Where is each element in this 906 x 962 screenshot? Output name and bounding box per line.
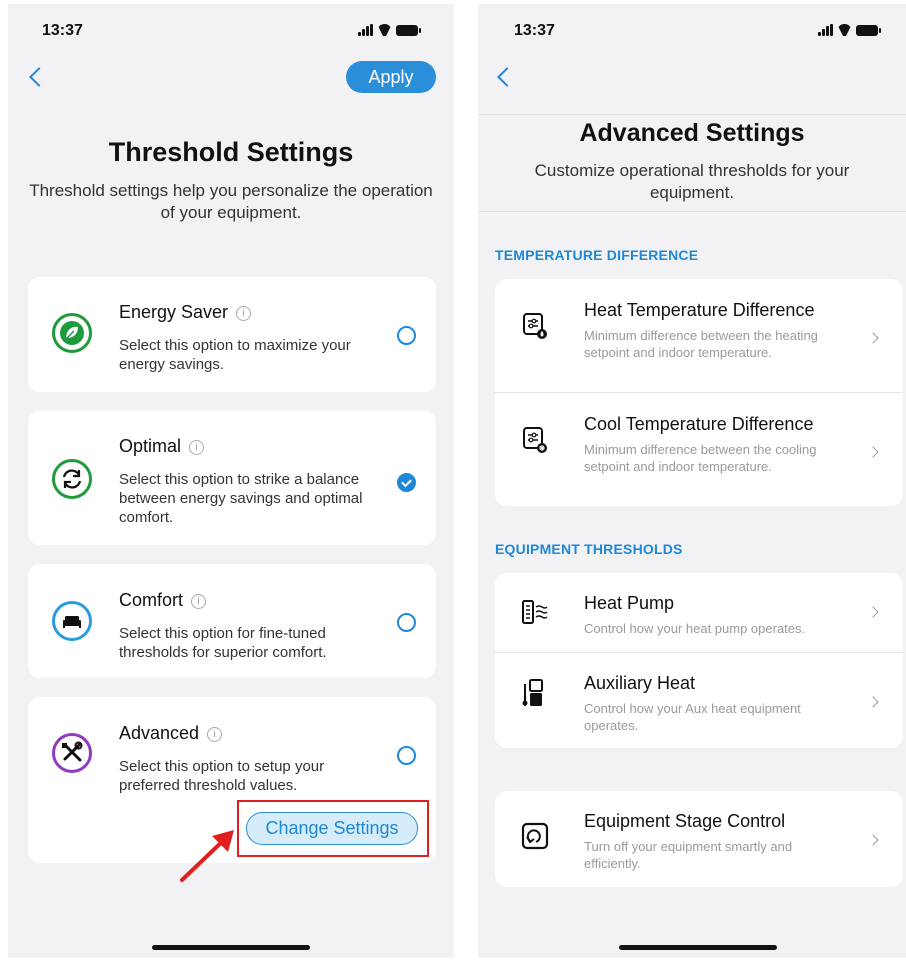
option-card-optimal[interactable]: Optimal i Select this option to strike a … [28, 411, 436, 545]
option-title: Energy Saver i [119, 302, 252, 323]
home-indicator [619, 945, 777, 950]
section-header-temperature-difference: TEMPERATURE DIFFERENCE [495, 247, 699, 263]
header-divider [478, 114, 906, 115]
status-icons [358, 24, 421, 36]
info-icon[interactable]: i [189, 440, 205, 455]
bed-icon [52, 601, 92, 641]
option-radio[interactable] [397, 746, 416, 765]
row-title: Heat Temperature Difference [584, 300, 815, 320]
row-description: Control how your heat pump operates. [584, 621, 806, 636]
list-item-auxiliary-heat[interactable]: Auxiliary Heat Control how your Aux heat… [495, 653, 903, 748]
signal-icon [358, 24, 373, 36]
option-description: Select this option to setup your preferr… [119, 758, 325, 794]
option-radio[interactable] [397, 326, 416, 345]
stage-control-card: Equipment Stage Control Turn off your eq… [495, 791, 903, 887]
info-icon[interactable]: i [207, 727, 223, 742]
red-arrow-icon [180, 830, 234, 882]
page-subtitle: Customize operational thresholds for you… [534, 161, 850, 202]
option-title: Comfort i [119, 590, 207, 611]
option-description: Select this option to strike a balance b… [119, 471, 363, 526]
temperature-difference-card: Heat Temperature Difference Minimum diff… [495, 279, 903, 506]
option-card-energy-saver[interactable]: Energy Saver i Select this option to maxi… [28, 277, 436, 392]
chevron-right-icon [867, 332, 879, 344]
status-icons [818, 24, 881, 36]
status-time: 13:37 [514, 22, 555, 39]
status-time: 13:37 [42, 22, 83, 39]
advanced-settings-screen: 13:37 Advanced Settings Customize operat… [478, 4, 906, 958]
apply-button[interactable]: Apply [346, 61, 436, 93]
chevron-right-icon [867, 696, 879, 708]
info-icon[interactable]: i [236, 306, 252, 321]
leaf-icon [52, 313, 92, 353]
option-radio[interactable] [397, 613, 416, 632]
option-title: Optimal i [119, 436, 205, 457]
row-title: Equipment Stage Control [584, 811, 786, 831]
info-icon[interactable]: i [191, 594, 207, 609]
cycle-icon [52, 459, 92, 499]
section-header-equipment-thresholds: EQUIPMENT THRESHOLDS [495, 541, 683, 557]
chevron-right-icon [867, 446, 879, 458]
battery-icon [856, 25, 881, 36]
stage-control-icon [521, 822, 549, 850]
aux-heat-icon [522, 679, 543, 706]
tools-icon [52, 733, 92, 773]
threshold-settings-screen: 13:37 Apply Threshold Settings Threshold… [8, 4, 454, 958]
page-subtitle: Threshold settings help you personalize … [29, 181, 433, 222]
list-item-equipment-stage-control[interactable]: Equipment Stage Control Turn off your eq… [495, 791, 903, 887]
page-title: Threshold Settings [108, 137, 354, 167]
list-item-heat-pump[interactable]: Heat Pump Control how your heat pump ope… [495, 573, 903, 652]
row-description: Control how your Aux heat equipment oper… [584, 701, 801, 733]
back-icon[interactable] [497, 67, 517, 87]
page-title: Advanced Settings [579, 119, 805, 147]
subtitle-divider [478, 211, 906, 212]
row-description: Minimum difference between the heating s… [584, 328, 818, 360]
chevron-right-icon [867, 606, 879, 618]
list-item-heat-temperature-difference[interactable]: Heat Temperature Difference Minimum diff… [495, 279, 903, 392]
cool-difference-icon [523, 427, 547, 453]
option-title: Advanced i [119, 723, 223, 744]
row-description: Turn off your equipment smartly and effi… [584, 839, 793, 871]
wifi-icon [837, 24, 852, 36]
wifi-icon [377, 24, 392, 36]
row-title: Heat Pump [584, 593, 675, 613]
list-item-cool-temperature-difference[interactable]: Cool Temperature Difference Minimum diff… [495, 393, 903, 506]
heat-difference-icon [523, 313, 547, 339]
row-title: Cool Temperature Difference [584, 414, 814, 434]
home-indicator [152, 945, 310, 950]
heat-pump-icon [522, 600, 548, 624]
option-description: Select this option for fine-tuned thresh… [119, 625, 327, 661]
back-icon[interactable] [29, 67, 49, 87]
chevron-right-icon [867, 834, 879, 846]
status-bar: 13:37 [8, 4, 454, 60]
row-description: Minimum difference between the cooling s… [584, 442, 817, 474]
battery-icon [396, 25, 421, 36]
status-bar: 13:37 [478, 4, 906, 60]
row-title: Auxiliary Heat [584, 673, 696, 693]
option-radio-selected[interactable] [397, 473, 416, 492]
change-settings-button[interactable]: Change Settings [246, 812, 418, 845]
equipment-thresholds-card: Heat Pump Control how your heat pump ope… [495, 573, 903, 748]
option-description: Select this option to maximize your ener… [119, 337, 351, 373]
option-card-comfort[interactable]: Comfort i Select this option for fine-tun… [28, 564, 436, 678]
signal-icon [818, 24, 833, 36]
